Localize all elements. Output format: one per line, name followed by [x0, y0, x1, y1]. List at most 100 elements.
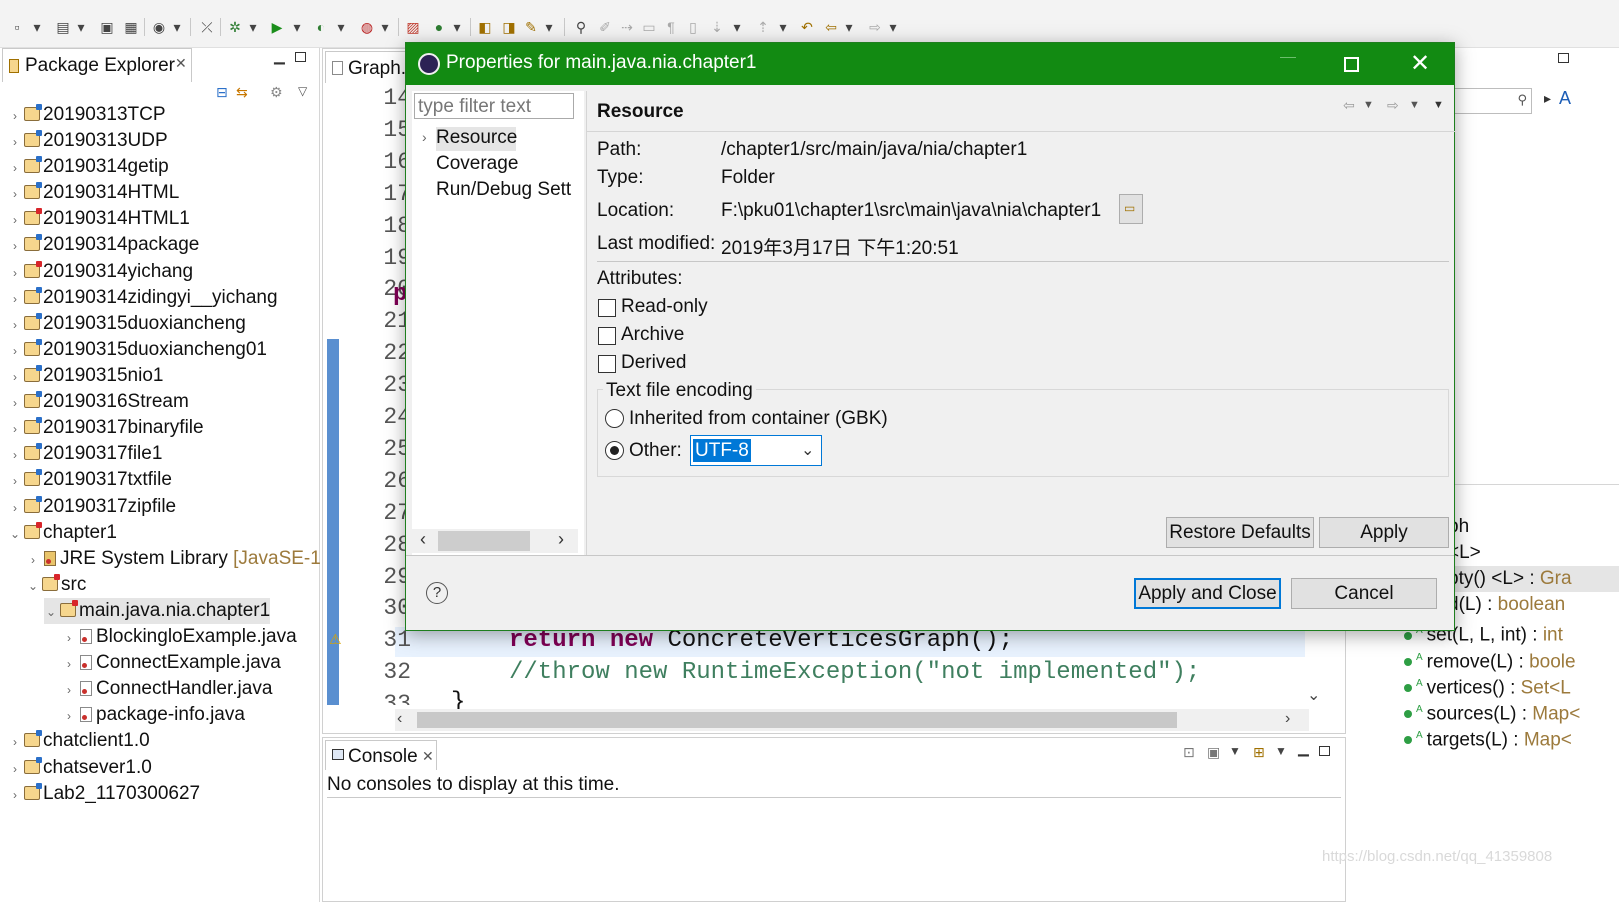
dropdown-icon[interactable]: ▾: [542, 16, 556, 38]
dropdown-icon[interactable]: ▾: [776, 16, 790, 38]
project-item[interactable]: › 20190313TCP: [8, 102, 166, 128]
link-text[interactable]: A: [1559, 88, 1571, 109]
file-item[interactable]: › ConnectExample.java: [62, 650, 281, 676]
new-java-project-icon[interactable]: ▨: [402, 16, 424, 38]
dropdown-icon[interactable]: ▾: [30, 16, 44, 38]
mark-icon[interactable]: ⇢: [616, 16, 638, 38]
edit-icon[interactable]: ✐: [594, 16, 616, 38]
project-item[interactable]: › 20190315nio1: [8, 363, 163, 389]
dropdown-icon[interactable]: ▾: [170, 16, 184, 38]
nav-item-resource[interactable]: Resource: [436, 127, 517, 149]
project-item[interactable]: › 20190316Stream: [8, 389, 189, 415]
chevron-right-icon[interactable]: ›: [8, 338, 22, 364]
coverage-icon[interactable]: ◐: [310, 16, 332, 38]
annotation-icon[interactable]: ⚲: [570, 16, 592, 38]
chevron-right-icon[interactable]: ›: [8, 103, 22, 129]
back-icon[interactable]: ⇦: [1343, 97, 1355, 114]
jre-library-item[interactable]: › JRE System Library [JavaSE-1.8: [26, 546, 337, 572]
code-line-31[interactable]: return new ConcreteVerticesGraph();: [509, 627, 1013, 654]
apply-button[interactable]: Apply: [1319, 517, 1449, 548]
chevron-right-icon[interactable]: ›: [422, 129, 427, 145]
chevron-right-icon[interactable]: ›: [8, 260, 22, 286]
open-icon[interactable]: ▤: [52, 16, 74, 38]
maximize-icon[interactable]: [1319, 746, 1330, 756]
search-icon[interactable]: ✎: [520, 16, 542, 38]
chevron-right-icon[interactable]: ›: [62, 625, 76, 651]
other-encoding-label[interactable]: Other:: [629, 440, 682, 462]
outline-item[interactable]: Aremove(L) : boole: [1404, 645, 1576, 672]
inherited-encoding-radio[interactable]: [605, 409, 624, 428]
file-item[interactable]: › ConnectHandler.java: [62, 676, 272, 702]
dialog-title-bar[interactable]: Properties for main.java.nia.chapter1 ✕: [406, 43, 1454, 85]
last-edit-icon[interactable]: ↶: [796, 16, 818, 38]
outline-item[interactable]: Avertices() : Set<L: [1404, 671, 1571, 698]
view-menu-icon[interactable]: ▼: [1433, 99, 1444, 111]
chevron-right-icon[interactable]: ›: [8, 390, 22, 416]
read-only-checkbox[interactable]: [598, 299, 616, 317]
scroll-left-icon[interactable]: ‹: [397, 710, 402, 728]
read-only-label[interactable]: Read-only: [621, 296, 708, 318]
inherited-encoding-label[interactable]: Inherited from container (GBK): [629, 408, 888, 430]
file-item[interactable]: › package-info.java: [62, 702, 245, 728]
project-item[interactable]: › 20190317binaryfile: [8, 415, 204, 441]
chevron-right-icon[interactable]: ›: [8, 782, 22, 808]
dropdown-icon[interactable]: ▼: [1409, 99, 1420, 111]
chevron-right-icon[interactable]: ›: [26, 547, 40, 573]
project-item[interactable]: › 20190314HTML: [8, 180, 179, 206]
help-icon[interactable]: ?: [426, 582, 448, 604]
chevron-right-icon[interactable]: ›: [8, 181, 22, 207]
chevron-right-icon[interactable]: ›: [8, 233, 22, 259]
save-icon[interactable]: ▣: [96, 16, 118, 38]
project-item[interactable]: › 20190314package: [8, 232, 199, 258]
nav-item-coverage[interactable]: Coverage: [436, 153, 518, 175]
chevron-right-icon[interactable]: ›: [8, 155, 22, 181]
project-item[interactable]: › 20190317txtfile: [8, 467, 172, 493]
chevron-right-icon[interactable]: ›: [8, 312, 22, 338]
next-annotation-icon[interactable]: ⇣: [706, 16, 728, 38]
chevron-right-icon[interactable]: ›: [8, 129, 22, 155]
chevron-down-icon[interactable]: ⌄: [26, 573, 40, 599]
chevron-right-icon[interactable]: ›: [62, 703, 76, 729]
debug-icon[interactable]: ✲: [224, 16, 246, 38]
outline-item[interactable]: Atargets(L) : Map<: [1404, 723, 1572, 750]
nav-horizontal-scrollbar[interactable]: ‹ ›: [412, 529, 578, 553]
chevron-right-icon[interactable]: ›: [8, 416, 22, 442]
project-item[interactable]: › 20190313UDP: [8, 128, 168, 154]
chevron-right-icon[interactable]: ▸: [1544, 90, 1551, 107]
derived-label[interactable]: Derived: [621, 352, 686, 374]
project-item[interactable]: › 20190317zipfile: [8, 494, 176, 520]
run-icon[interactable]: ▶: [266, 16, 288, 38]
save-all-icon[interactable]: ▦: [120, 16, 142, 38]
maximize-icon[interactable]: [1558, 53, 1569, 63]
chevron-right-icon[interactable]: ›: [62, 651, 76, 677]
project-item[interactable]: › 20190314HTML1: [8, 206, 190, 232]
project-item[interactable]: › 20190315duoxiancheng: [8, 311, 246, 337]
open-type-icon[interactable]: ◧: [474, 16, 496, 38]
filter-input[interactable]: type filter text: [414, 93, 574, 119]
minimize-icon[interactable]: ▁: [1298, 740, 1309, 757]
chevron-right-icon[interactable]: ›: [8, 756, 22, 782]
dropdown-icon[interactable]: ▼: [1275, 744, 1287, 758]
back-icon[interactable]: ⇦: [820, 16, 842, 38]
nav-item-run-debug[interactable]: Run/Debug Sett: [436, 179, 580, 205]
scroll-right-icon[interactable]: ›: [1285, 710, 1290, 728]
dropdown-icon[interactable]: ▼: [1363, 99, 1374, 111]
chevron-right-icon[interactable]: ›: [8, 495, 22, 521]
chevron-right-icon[interactable]: ›: [8, 468, 22, 494]
dropdown-icon[interactable]: ▾: [886, 16, 900, 38]
new-class-icon[interactable]: ●: [428, 16, 450, 38]
encoding-combo[interactable]: UTF-8 ⌄: [690, 435, 822, 466]
chevron-right-icon[interactable]: ›: [8, 207, 22, 233]
restore-defaults-button[interactable]: Restore Defaults: [1166, 517, 1314, 548]
project-item[interactable]: › 20190315duoxiancheng01: [8, 337, 267, 363]
project-item-chapter1[interactable]: ⌄ chapter1: [8, 520, 117, 546]
code-line-32[interactable]: //throw new RuntimeException("not implem…: [509, 659, 1200, 686]
dropdown-icon[interactable]: ▾: [334, 16, 348, 38]
chevron-right-icon[interactable]: ›: [8, 286, 22, 312]
show-whitespace-icon[interactable]: ¶: [660, 16, 682, 38]
chevron-right-icon[interactable]: ›: [8, 364, 22, 390]
dropdown-icon[interactable]: ▾: [842, 16, 856, 38]
show-in-explorer-button[interactable]: ▭: [1119, 194, 1143, 224]
chevron-down-icon[interactable]: ⌄: [801, 440, 814, 460]
open-console-icon[interactable]: ⊞: [1253, 744, 1265, 761]
